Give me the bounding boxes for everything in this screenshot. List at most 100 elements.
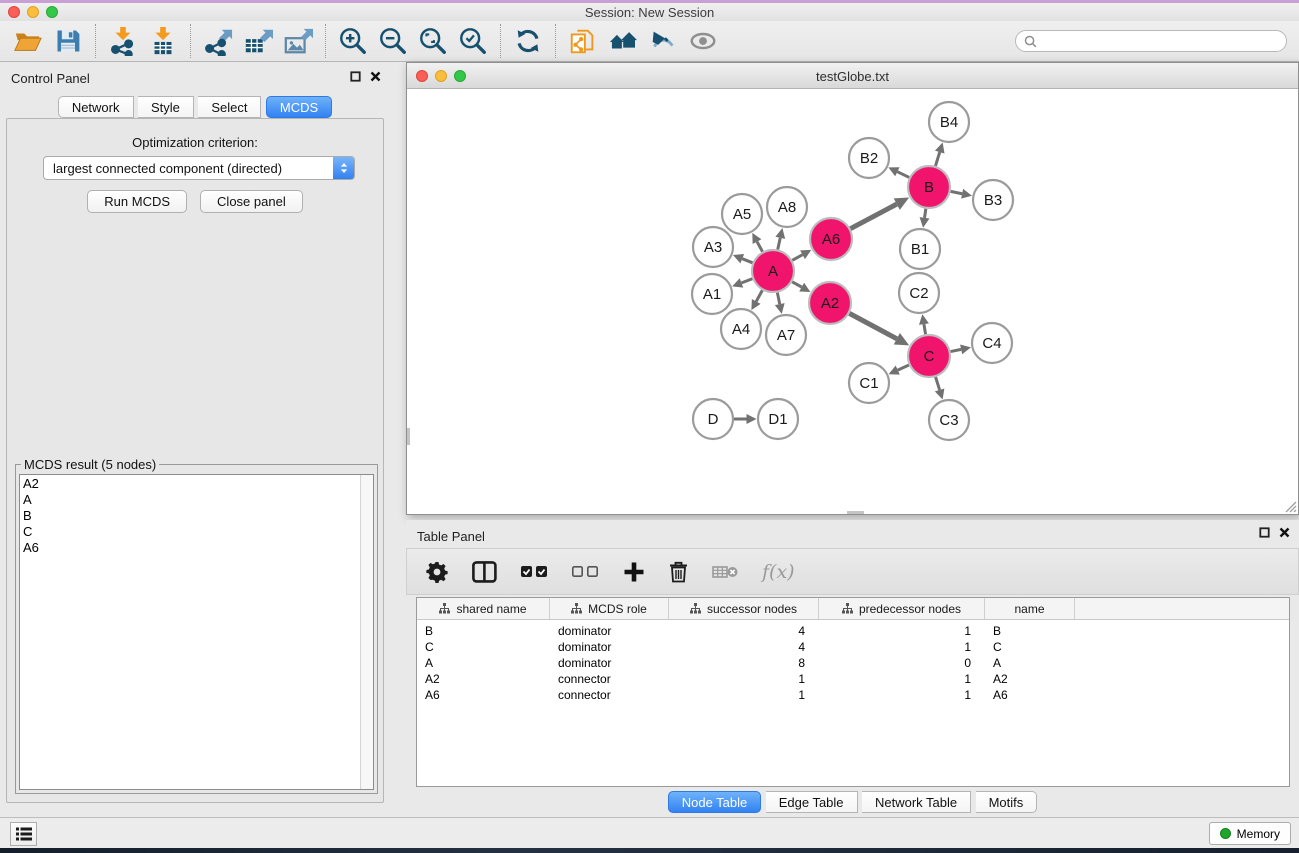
zoom-fit-icon[interactable] — [416, 24, 450, 58]
graph-node-A5[interactable]: A5 — [722, 194, 762, 234]
zoom-out-icon[interactable] — [376, 24, 410, 58]
table-cell[interactable]: A — [417, 656, 550, 670]
float-panel-icon[interactable] — [350, 71, 361, 82]
mcds-result-item[interactable]: C — [23, 524, 373, 540]
graph-edge-B-B1[interactable] — [920, 209, 930, 228]
mcds-result-list[interactable]: A2ABCA6 — [19, 474, 374, 790]
import-table-icon[interactable] — [146, 24, 180, 58]
graph-node-A3[interactable]: A3 — [693, 227, 733, 267]
show-graphics-details-icon[interactable] — [686, 24, 720, 58]
table-cell[interactable]: connector — [550, 688, 669, 702]
zoom-in-icon[interactable] — [336, 24, 370, 58]
column-header-MCDS-role[interactable]: MCDS role — [550, 598, 669, 619]
graph-edge-C-C3[interactable] — [935, 377, 945, 399]
mcds-result-item[interactable]: A2 — [23, 476, 373, 492]
graph-edge-D-D1[interactable] — [734, 414, 757, 424]
close-panel-icon[interactable] — [370, 71, 381, 82]
tab-motifs[interactable]: Motifs — [976, 791, 1038, 813]
float-panel-icon[interactable] — [1259, 527, 1270, 538]
graph-node-A8[interactable]: A8 — [767, 187, 807, 227]
column-header-successor-nodes[interactable]: successor nodes — [669, 598, 819, 619]
table-row[interactable]: Adominator80A — [417, 655, 1289, 671]
graph-edge-C-C2[interactable] — [919, 314, 929, 334]
table-cell[interactable]: A6 — [417, 688, 550, 702]
table-cell[interactable]: A2 — [985, 672, 1075, 686]
mcds-result-item[interactable]: A — [23, 492, 373, 508]
graph-edge-A-A7[interactable] — [775, 293, 785, 314]
tab-mcds[interactable]: MCDS — [266, 96, 332, 118]
function-builder-icon[interactable]: f(x) — [762, 561, 795, 583]
table-cell[interactable]: 1 — [819, 624, 985, 638]
network-window-titlebar[interactable]: testGlobe.txt — [407, 63, 1298, 89]
tab-network[interactable]: Network — [58, 96, 134, 118]
close-panel-button[interactable]: Close panel — [200, 190, 303, 213]
graph-node-B[interactable]: B — [908, 166, 950, 208]
save-session-icon[interactable] — [51, 24, 85, 58]
graph-node-A7[interactable]: A7 — [766, 315, 806, 355]
graph-node-C2[interactable]: C2 — [899, 273, 939, 313]
table-cell[interactable]: 8 — [669, 656, 819, 670]
graph-node-B4[interactable]: B4 — [929, 102, 969, 142]
close-panel-icon[interactable] — [1279, 527, 1290, 538]
deselect-all-checkboxes-icon[interactable] — [572, 566, 599, 578]
search-input[interactable] — [1042, 32, 1286, 50]
export-table-icon[interactable] — [241, 24, 275, 58]
tab-style[interactable]: Style — [138, 96, 194, 118]
column-header-shared-name[interactable]: shared name — [417, 598, 550, 619]
export-network-icon[interactable] — [201, 24, 235, 58]
graph-edge-A-A5[interactable] — [752, 233, 762, 252]
table-cell[interactable]: A6 — [985, 688, 1075, 702]
open-session-icon[interactable] — [11, 24, 45, 58]
table-cell[interactable]: A2 — [417, 672, 550, 686]
graph-node-C4[interactable]: C4 — [972, 323, 1012, 363]
settings-gear-icon[interactable] — [426, 561, 448, 583]
search-field[interactable] — [1015, 30, 1287, 52]
graph-node-A4[interactable]: A4 — [721, 309, 761, 349]
graph-edge-A-A8[interactable] — [775, 228, 785, 250]
import-network-icon[interactable] — [106, 24, 140, 58]
tab-network-table[interactable]: Network Table — [862, 791, 971, 813]
table-cell[interactable]: 1 — [819, 688, 985, 702]
home-icon[interactable] — [606, 24, 640, 58]
column-header-name[interactable]: name — [985, 598, 1075, 619]
delete-column-trash-icon[interactable] — [669, 561, 688, 583]
export-image-icon[interactable] — [281, 24, 315, 58]
table-cell[interactable]: B — [417, 624, 550, 638]
graph-edge-B-B3[interactable] — [951, 189, 972, 199]
graph-node-B2[interactable]: B2 — [849, 138, 889, 178]
graph-edge-A-A2[interactable] — [792, 282, 810, 292]
scrollbar-stub[interactable] — [847, 511, 864, 514]
graph-edge-A2-C[interactable] — [849, 313, 909, 345]
table-row[interactable]: Bdominator41B — [417, 623, 1289, 639]
table-cell[interactable]: dominator — [550, 640, 669, 654]
add-column-icon[interactable] — [623, 561, 645, 583]
graph-edge-A-A4[interactable] — [751, 290, 762, 310]
graph-edge-A-A1[interactable] — [732, 278, 752, 287]
table-cell[interactable]: 1 — [669, 688, 819, 702]
tab-edge-table[interactable]: Edge Table — [766, 791, 858, 813]
graph-node-A6[interactable]: A6 — [810, 218, 852, 260]
scrollbar-stub[interactable] — [407, 428, 410, 445]
graph-node-D[interactable]: D — [693, 399, 733, 439]
table-row[interactable]: Cdominator41C — [417, 639, 1289, 655]
memory-button[interactable]: Memory — [1209, 822, 1291, 845]
graph-node-D1[interactable]: D1 — [758, 399, 798, 439]
table-cell[interactable]: 0 — [819, 656, 985, 670]
delete-table-icon[interactable] — [712, 564, 738, 580]
graph-node-A2[interactable]: A2 — [809, 282, 851, 324]
table-cell[interactable]: B — [985, 624, 1075, 638]
table-cell[interactable]: connector — [550, 672, 669, 686]
graph-edge-A-A3[interactable] — [733, 254, 753, 263]
table-row[interactable]: A6connector11A6 — [417, 687, 1289, 703]
graph-edge-B-B2[interactable] — [888, 167, 909, 177]
table-cell[interactable]: 1 — [819, 672, 985, 686]
graph-node-A[interactable]: A — [752, 250, 794, 292]
table-cell[interactable]: 4 — [669, 624, 819, 638]
scrollbar-track[interactable] — [360, 475, 373, 789]
table-cell[interactable]: 1 — [669, 672, 819, 686]
refresh-icon[interactable] — [511, 24, 545, 58]
run-mcds-button[interactable]: Run MCDS — [87, 190, 187, 213]
table-cell[interactable]: C — [417, 640, 550, 654]
select-all-checkboxes-icon[interactable] — [521, 566, 548, 578]
table-cell[interactable]: 1 — [819, 640, 985, 654]
